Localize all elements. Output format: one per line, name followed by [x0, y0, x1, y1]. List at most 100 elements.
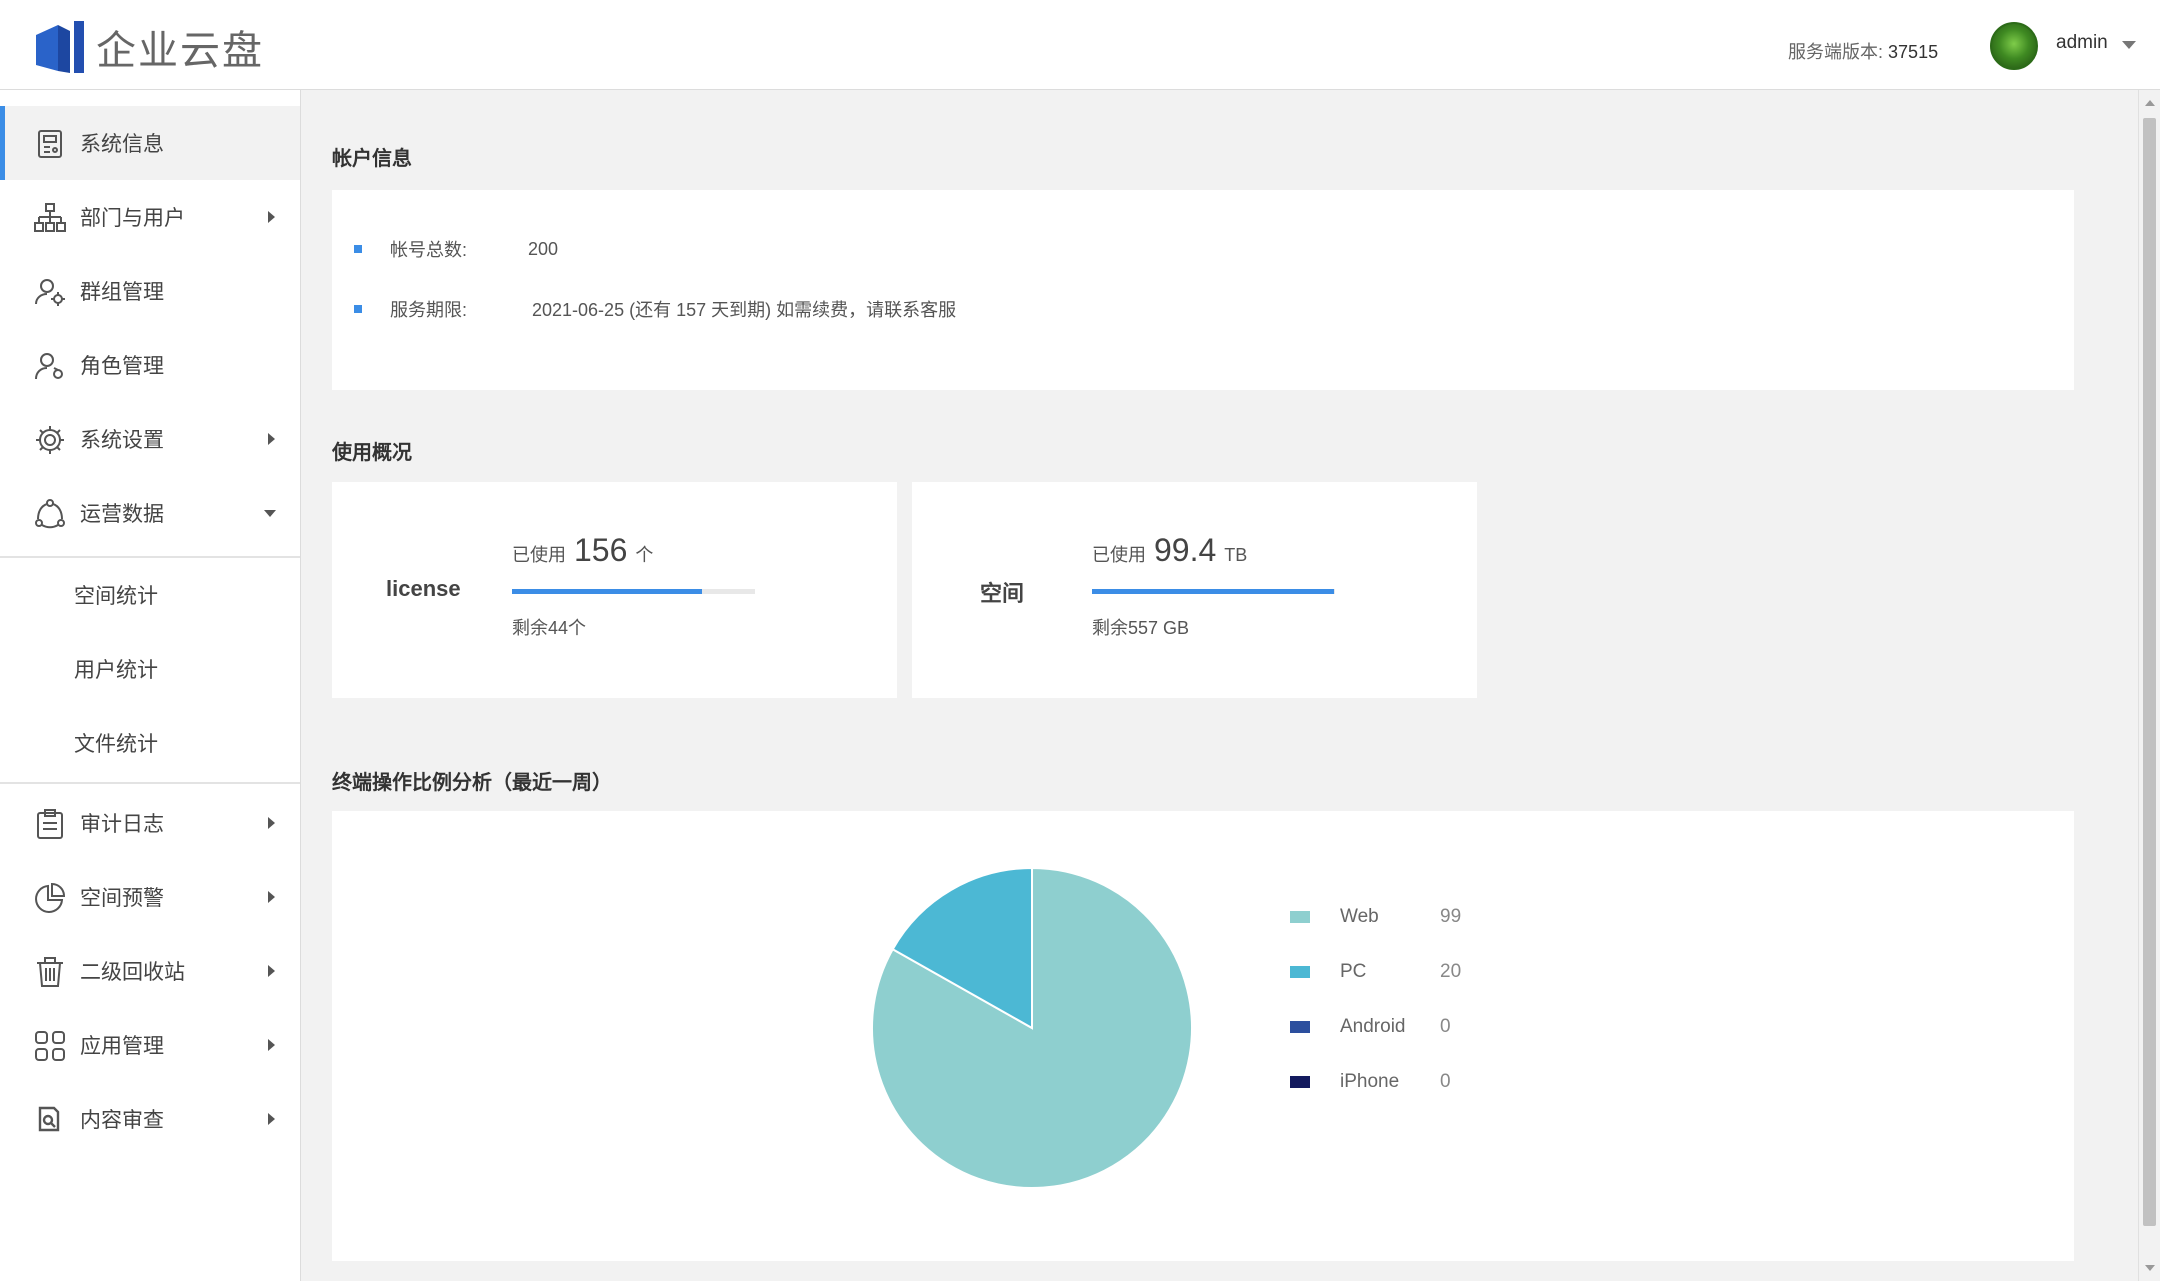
- server-version-number: 37515: [1888, 42, 1939, 62]
- legend-label: Android: [1340, 1016, 1406, 1037]
- sidebar-item-label: 部门与用户: [80, 207, 185, 230]
- legend-label: Web: [1340, 906, 1379, 927]
- sidebar-item-space-alert[interactable]: 空间预警: [0, 860, 300, 934]
- scrollbar-thumb[interactable]: [2143, 118, 2156, 1226]
- chevron-right-icon: [268, 891, 275, 903]
- legend-value: 99: [1440, 906, 1462, 927]
- sidebar-item-label: 空间预警: [80, 887, 164, 910]
- space-used: 已使用 99.4 TB: [1092, 532, 1247, 569]
- org-chart-icon: [34, 203, 66, 232]
- sidebar-item-label: 角色管理: [80, 355, 164, 378]
- sidebar-item-label: 运营数据: [80, 503, 164, 526]
- sidebar-item-role-management[interactable]: 角色管理: [0, 328, 300, 402]
- legend-item-pc[interactable]: PC 20: [1290, 961, 1461, 983]
- sidebar-subitem-space-stats[interactable]: 空间统计: [0, 558, 300, 632]
- sidebar-item-system-settings[interactable]: 系统设置: [0, 402, 300, 476]
- license-used-prefix: 已使用: [512, 545, 566, 565]
- sidebar-item-app-management[interactable]: 应用管理: [0, 1008, 300, 1082]
- trash-icon: [37, 957, 63, 987]
- sidebar-item-label: 二级回收站: [80, 961, 185, 984]
- cloud-drive-logo-icon: [36, 21, 84, 73]
- sidebar-item-departments-users[interactable]: 部门与用户: [0, 180, 300, 254]
- gear-icon: [36, 426, 64, 454]
- server-info-icon: [38, 130, 62, 158]
- legend-swatch: [1290, 1076, 1310, 1088]
- legend-item-iphone[interactable]: iPhone 0: [1290, 1071, 1451, 1093]
- bullet-icon: [354, 245, 362, 253]
- sidebar-subitem-label: 文件统计: [74, 733, 158, 756]
- top-header: 企业云盘 服务端版本: 37515 admin: [0, 0, 2160, 90]
- space-used-value: 99.4: [1154, 532, 1217, 568]
- avatar[interactable]: [1990, 22, 2038, 70]
- sidebar-subitem-file-stats[interactable]: 文件统计: [0, 706, 300, 780]
- legend-value: 0: [1440, 1071, 1451, 1092]
- sidebar-item-label: 审计日志: [80, 813, 164, 836]
- group-settings-icon: [35, 279, 65, 306]
- scroll-down-arrow-icon[interactable]: [2145, 1265, 2155, 1271]
- space-used-prefix: 已使用: [1092, 545, 1146, 565]
- service-period-row: 服务期限: 2021-06-25 (还有 157 天到期) 如需续费，请联系客服: [354, 296, 956, 322]
- account-total-row: 帐号总数: 200: [354, 236, 558, 262]
- sidebar-item-label: 群组管理: [80, 281, 164, 304]
- space-usage-card: 空间 已使用 99.4 TB 剩余557 GB: [912, 482, 1477, 698]
- license-used-value: 156: [574, 532, 628, 568]
- license-remaining: 剩余44个: [512, 618, 587, 638]
- legend-value: 20: [1440, 961, 1462, 982]
- brand-name: 企业云盘: [96, 29, 264, 73]
- account-total-value: 200: [528, 238, 559, 259]
- pie-clock-icon: [35, 882, 66, 913]
- operations-icon: [35, 499, 65, 529]
- legend-item-web[interactable]: Web 99: [1290, 906, 1461, 928]
- legend-swatch: [1290, 966, 1310, 978]
- pie-chart: [871, 866, 1193, 1189]
- space-progress-fill: [1092, 589, 1334, 594]
- server-version-label: 服务端版本:: [1788, 42, 1884, 62]
- sidebar-item-label: 系统信息: [80, 133, 164, 156]
- server-version: 服务端版本: 37515: [1788, 38, 1938, 64]
- sidebar: 系统信息 部门与用户 群组管理 角色管理 系统设置 运营数据 空间统计 用户统计…: [0, 90, 301, 1281]
- chevron-right-icon: [268, 1113, 275, 1125]
- sidebar-item-system-info[interactable]: 系统信息: [0, 106, 300, 180]
- sidebar-item-label: 系统设置: [80, 429, 164, 452]
- legend-label: iPhone: [1340, 1071, 1400, 1092]
- sidebar-subitem-label: 空间统计: [74, 585, 158, 608]
- chevron-down-icon[interactable]: [2121, 41, 2136, 49]
- sidebar-item-recycle-bin[interactable]: 二级回收站: [0, 934, 300, 1008]
- chevron-right-icon: [268, 965, 275, 977]
- space-progress-bar: [1092, 589, 1335, 594]
- space-used-unit: TB: [1224, 545, 1248, 565]
- vertical-scrollbar[interactable]: [2138, 90, 2160, 1281]
- license-used: 已使用 156 个: [512, 532, 653, 569]
- document-search-icon: [38, 1106, 60, 1132]
- terminal-ratio-title: 终端操作比例分析（最近一周）: [332, 772, 612, 794]
- scroll-up-arrow-icon[interactable]: [2145, 100, 2155, 106]
- legend-item-android[interactable]: Android 0: [1290, 1016, 1451, 1038]
- sidebar-subitem-label: 用户统计: [74, 659, 158, 682]
- legend-label: PC: [1340, 961, 1367, 982]
- account-info-title: 帐户信息: [332, 148, 412, 170]
- license-label: license: [386, 576, 461, 601]
- sidebar-item-content-review[interactable]: 内容审查: [0, 1082, 300, 1156]
- service-period-key: 服务期限:: [390, 300, 468, 320]
- chevron-down-icon: [264, 509, 276, 517]
- legend-swatch: [1290, 911, 1310, 923]
- license-progress-fill: [512, 589, 702, 594]
- brand-logo[interactable]: 企业云盘: [36, 18, 264, 76]
- license-used-unit: 个: [635, 545, 654, 565]
- user-menu[interactable]: admin: [1990, 22, 2136, 70]
- bullet-icon: [354, 305, 362, 313]
- sidebar-subitem-user-stats[interactable]: 用户统计: [0, 632, 300, 706]
- chevron-right-icon: [268, 817, 275, 829]
- legend-value: 0: [1440, 1016, 1451, 1037]
- license-progress-bar: [512, 589, 755, 594]
- sidebar-item-audit-log[interactable]: 审计日志: [0, 786, 300, 860]
- chevron-right-icon: [268, 433, 275, 445]
- terminal-chart-card: Web 99 PC 20 Android 0 iPhone 0: [332, 811, 2074, 1261]
- license-usage-card: license 已使用 156 个 剩余44个: [332, 482, 897, 698]
- apps-grid-icon: [35, 1031, 65, 1061]
- username[interactable]: admin: [2056, 32, 2108, 54]
- service-period-value: 2021-06-25 (还有 157 天到期) 如需续费，请联系客服: [532, 300, 957, 320]
- legend-swatch: [1290, 1021, 1310, 1033]
- sidebar-item-operations-data[interactable]: 运营数据: [0, 476, 300, 550]
- sidebar-item-group-management[interactable]: 群组管理: [0, 254, 300, 328]
